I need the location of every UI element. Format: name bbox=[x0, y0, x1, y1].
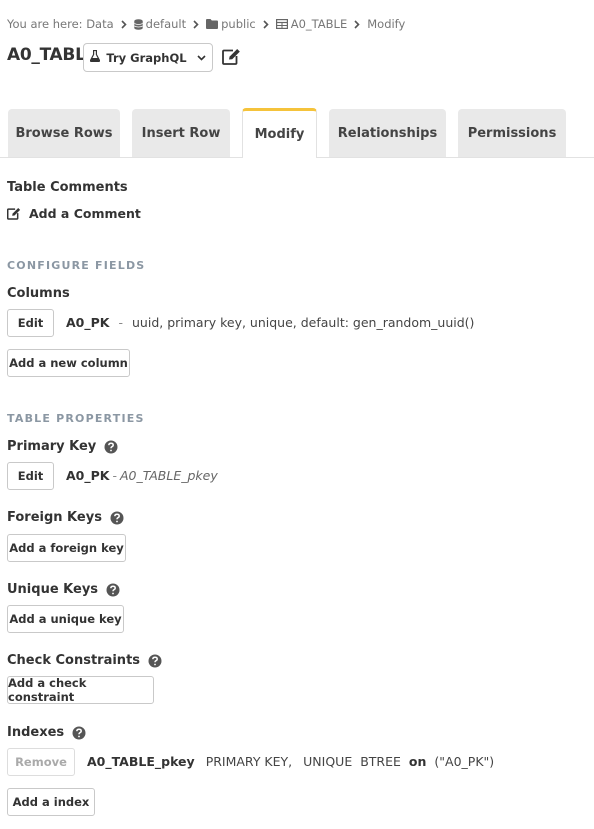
chevron-right-icon bbox=[193, 19, 199, 29]
primary-key-heading: Primary Key bbox=[7, 439, 97, 454]
breadcrumb-prefix: You are here: bbox=[7, 17, 83, 31]
index-on-label: on bbox=[408, 754, 427, 769]
primary-key-separator: - bbox=[112, 468, 117, 483]
tab-browse-rows[interactable]: Browse Rows bbox=[8, 109, 120, 157]
add-foreign-key-button[interactable]: Add a foreign key bbox=[7, 534, 126, 562]
breadcrumb-item-public[interactable]: public bbox=[221, 17, 256, 31]
question-circle-icon[interactable] bbox=[106, 583, 120, 597]
remove-index-button[interactable]: Remove bbox=[7, 748, 75, 776]
index-type-unique: UNIQUE bbox=[303, 754, 353, 769]
tab-insert-row[interactable]: Insert Row bbox=[132, 109, 230, 157]
column-name: A0_PK bbox=[66, 315, 110, 330]
question-circle-icon[interactable] bbox=[148, 654, 162, 668]
configure-fields-title: CONFIGURE FIELDS bbox=[7, 259, 146, 272]
question-circle-icon[interactable] bbox=[110, 511, 124, 525]
primary-key-row: A0_PK - A0_TABLE_pkey bbox=[66, 468, 218, 483]
flask-icon bbox=[90, 49, 101, 65]
index-row: A0_TABLE_pkey PRIMARY KEY, UNIQUE BTREE … bbox=[87, 754, 494, 769]
foreign-keys-heading-row: Foreign Keys bbox=[7, 510, 124, 525]
table-properties-title: TABLE PROPERTIES bbox=[7, 412, 145, 425]
tab-modify[interactable]: Modify bbox=[242, 108, 317, 158]
foreign-keys-heading: Foreign Keys bbox=[7, 510, 102, 525]
question-circle-icon[interactable] bbox=[104, 440, 118, 454]
breadcrumb-item-table[interactable]: A0_TABLE bbox=[291, 17, 348, 31]
column-separator: - bbox=[118, 315, 123, 330]
tab-permissions[interactable]: Permissions bbox=[458, 109, 566, 157]
unique-keys-heading-row: Unique Keys bbox=[7, 582, 120, 597]
try-graphql-label: Try GraphQL bbox=[106, 50, 187, 65]
index-name: A0_TABLE_pkey bbox=[87, 754, 195, 769]
column-row: A0_PK - uuid, primary key, unique, defau… bbox=[66, 315, 474, 330]
table-icon bbox=[275, 19, 288, 29]
index-columns: ("A0_PK") bbox=[434, 754, 495, 769]
add-new-column-button[interactable]: Add a new column bbox=[7, 349, 130, 377]
breadcrumb-item-modify: Modify bbox=[367, 17, 406, 31]
edit-icon bbox=[7, 207, 21, 220]
edit-primary-key-button[interactable]: Edit bbox=[7, 462, 54, 490]
indexes-heading-row: Indexes bbox=[7, 725, 86, 740]
tab-relationships[interactable]: Relationships bbox=[329, 109, 446, 157]
edit-icon[interactable] bbox=[222, 48, 241, 69]
question-circle-icon[interactable] bbox=[72, 726, 86, 740]
add-check-constraint-button[interactable]: Add a check constraint bbox=[7, 676, 154, 704]
index-type-primary: PRIMARY KEY, bbox=[205, 754, 293, 769]
breadcrumb: You are here: Data default public A0_TAB… bbox=[7, 16, 405, 32]
breadcrumb-item-default[interactable]: default bbox=[146, 17, 186, 31]
chevron-right-icon bbox=[263, 19, 269, 29]
folder-icon bbox=[206, 19, 219, 29]
table-comments-heading: Table Comments bbox=[7, 180, 128, 195]
database-icon bbox=[133, 18, 143, 30]
column-description: uuid, primary key, unique, default: gen_… bbox=[132, 315, 475, 330]
primary-key-heading-row: Primary Key bbox=[7, 439, 118, 454]
breadcrumb-item-data[interactable]: Data bbox=[86, 17, 113, 31]
chevron-right-icon bbox=[121, 19, 127, 29]
check-constraints-heading: Check Constraints bbox=[7, 653, 141, 668]
indexes-heading: Indexes bbox=[7, 725, 65, 740]
check-constraints-heading-row: Check Constraints bbox=[7, 653, 162, 668]
primary-key-name: A0_PK bbox=[66, 468, 110, 483]
add-comment-link[interactable]: Add a Comment bbox=[7, 206, 141, 221]
index-method: BTREE bbox=[360, 754, 401, 769]
unique-keys-heading: Unique Keys bbox=[7, 582, 99, 597]
columns-heading: Columns bbox=[7, 286, 70, 301]
add-comment-label: Add a Comment bbox=[29, 206, 141, 221]
chevron-right-icon bbox=[354, 19, 360, 29]
primary-key-constraint: A0_TABLE_pkey bbox=[120, 468, 218, 483]
chevron-down-icon bbox=[197, 54, 206, 61]
add-unique-key-button[interactable]: Add a unique key bbox=[7, 605, 124, 633]
try-graphql-button[interactable]: Try GraphQL bbox=[83, 43, 213, 72]
add-index-button[interactable]: Add a index bbox=[7, 788, 95, 816]
edit-column-button[interactable]: Edit bbox=[7, 309, 54, 337]
